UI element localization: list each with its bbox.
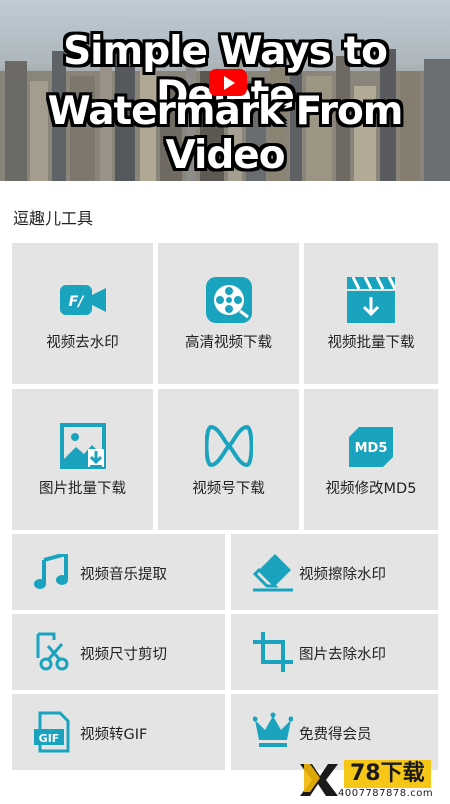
crown-icon	[253, 712, 293, 747]
svg-text:MD5: MD5	[355, 441, 388, 456]
tool-label: 免费得会员	[299, 727, 372, 743]
tool-tile-channel-download[interactable]: 视频号下载	[158, 389, 299, 530]
tool-label: 高清视频下载	[185, 335, 272, 351]
eraser-icon	[253, 554, 293, 592]
promo-banner[interactable]: Simple Ways to Delete Watermark From Vid…	[0, 0, 450, 181]
tool-label: 视频转GIF	[80, 727, 148, 743]
tool-label: 视频音乐提取	[80, 567, 167, 583]
tool-label: 图片批量下载	[39, 481, 126, 497]
tool-tile-free-membership[interactable]: 免费得会员	[231, 694, 438, 770]
music-note-icon	[34, 554, 68, 589]
tool-label: 视频尺寸剪切	[80, 647, 167, 663]
gif-file-icon: GIF	[34, 711, 70, 753]
watermark-domain: 4007787878.com	[338, 788, 434, 799]
crop-icon	[253, 632, 293, 672]
svg-text:GIF: GIF	[39, 732, 60, 745]
banner-title-line2: Watermark From Video	[47, 89, 404, 178]
tool-label: 视频去水印	[46, 335, 119, 351]
svg-text:F/: F/	[68, 294, 85, 310]
tool-tile-modify-md5[interactable]: MD5 视频修改MD5	[304, 389, 438, 530]
tool-label: 视频号下载	[192, 481, 265, 497]
watermark-brand: 78下载	[344, 760, 431, 788]
site-watermark-logo: 78下载 4007787878.com	[298, 760, 450, 800]
section-title: 逗趣儿工具	[13, 209, 94, 228]
tool-tile-batch-image-download[interactable]: 图片批量下载	[12, 389, 153, 530]
tool-tile-video-to-gif[interactable]: GIF 视频转GIF	[12, 694, 225, 770]
film-reel-icon	[205, 277, 252, 323]
tool-label: 视频修改MD5	[325, 481, 417, 497]
clapper-download-icon	[347, 277, 395, 323]
tool-label: 视频批量下载	[327, 335, 415, 351]
tool-tile-remove-image-watermark[interactable]: 图片去除水印	[231, 614, 438, 690]
tool-label: 图片去除水印	[299, 647, 386, 663]
image-download-icon	[59, 423, 106, 469]
tool-tile-batch-video-download[interactable]: 视频批量下载	[304, 243, 438, 384]
youtube-play-icon	[209, 69, 247, 96]
infinity-icon	[204, 424, 253, 468]
scissors-icon	[36, 632, 69, 671]
tool-tile-crop-video[interactable]: 视频尺寸剪切	[12, 614, 225, 690]
tool-tile-erase-watermark[interactable]: 视频擦除水印	[231, 534, 438, 610]
tool-tile-remove-watermark[interactable]: F/ 视频去水印	[12, 243, 153, 384]
tool-tile-hd-download[interactable]: 高清视频下载	[158, 243, 299, 384]
video-camera-icon: F/	[59, 285, 106, 315]
md5-icon: MD5	[349, 427, 393, 467]
tool-tile-extract-music[interactable]: 视频音乐提取	[12, 534, 225, 610]
tool-label: 视频擦除水印	[299, 567, 386, 583]
